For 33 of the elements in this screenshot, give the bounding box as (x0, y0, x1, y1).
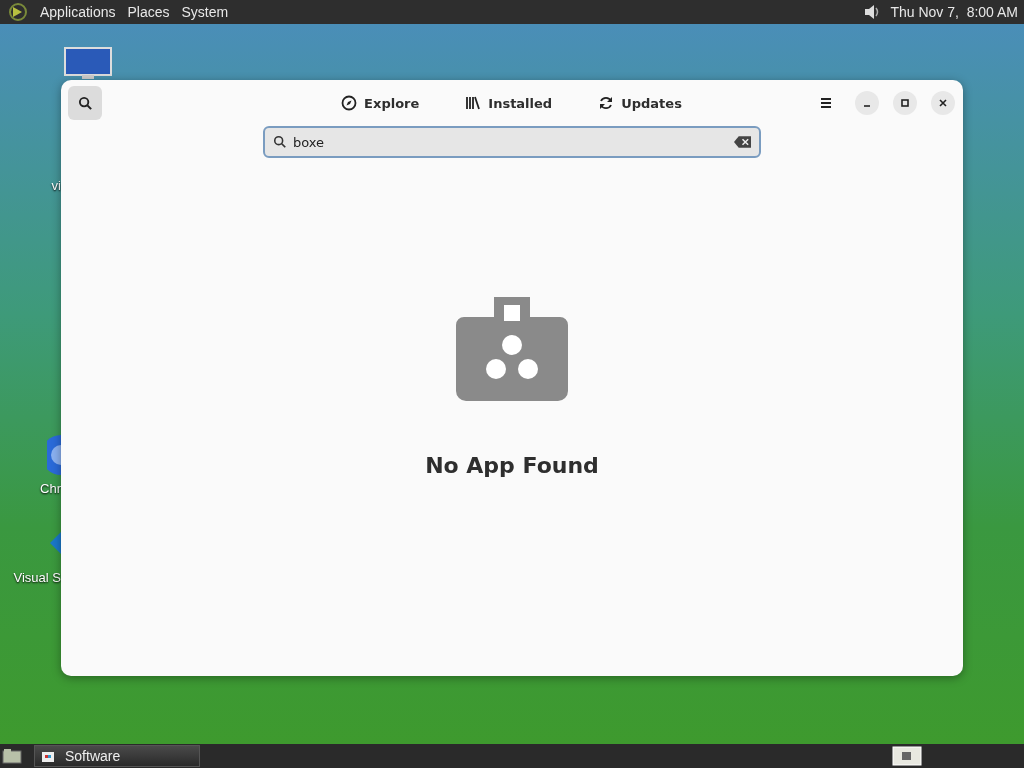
search-icon (273, 135, 287, 149)
desktop-icon-label[interactable]: Visual S (13, 570, 61, 585)
clock[interactable]: Thu Nov 7, 8:00 AM (890, 4, 1018, 20)
panel-menu[interactable]: Applications (40, 4, 116, 20)
close-icon (938, 98, 948, 108)
refresh-icon (598, 95, 615, 111)
tab[interactable]: Explore (327, 89, 434, 117)
library-icon (465, 95, 482, 111)
shopping-bag-icon (456, 296, 568, 401)
tab[interactable]: Installed (451, 89, 567, 117)
tab[interactable]: Updates (584, 89, 696, 117)
maximize-button[interactable] (893, 91, 917, 115)
compass-icon (341, 95, 358, 111)
maximize-icon (900, 98, 910, 108)
minimize-icon (864, 105, 870, 107)
menu-icon[interactable] (819, 96, 833, 110)
app-icon (41, 749, 55, 763)
clear-icon[interactable] (734, 136, 751, 148)
panel-menu[interactable]: Places (127, 4, 170, 20)
empty-state-title: No App Found (425, 452, 599, 478)
search-icon (77, 95, 93, 111)
search-button[interactable] (68, 86, 102, 120)
taskbar-button[interactable]: Software (34, 745, 200, 767)
search-field[interactable]: boxe (263, 126, 761, 158)
search-input[interactable]: boxe (293, 134, 728, 150)
close-button[interactable] (931, 91, 955, 115)
panel-menu[interactable]: System (181, 4, 229, 20)
workspace-icon[interactable] (892, 746, 922, 766)
logo-icon[interactable] (8, 2, 28, 22)
monitor-icon[interactable] (64, 47, 112, 79)
desktop-icon-label[interactable]: Chr (40, 481, 61, 496)
globe-icon[interactable] (47, 435, 61, 475)
show-desktop-icon[interactable] (2, 748, 22, 764)
